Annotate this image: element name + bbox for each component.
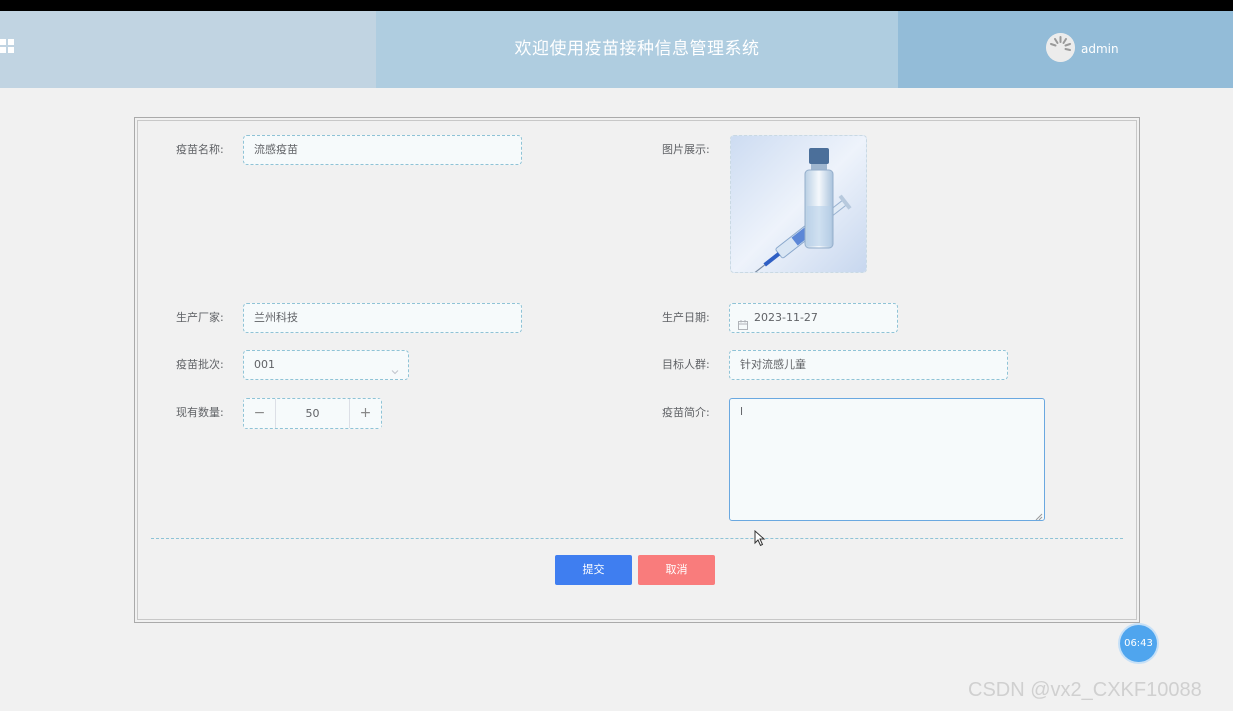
vaccine-image[interactable] [730, 135, 867, 273]
production-date-label: 生产日期: [662, 311, 710, 324]
description-value: l [740, 405, 744, 418]
target-group-input[interactable]: 针对流感儿童 [729, 350, 1008, 380]
target-group-label: 目标人群: [662, 358, 710, 371]
manufacturer-input[interactable]: 兰州科技 [243, 303, 522, 333]
app-header: 欢迎使用疫苗接种信息管理系统 admin [0, 11, 1233, 88]
image-label: 图片展示: [662, 143, 710, 156]
description-textarea[interactable]: l [729, 398, 1045, 521]
manufacturer-label: 生产厂家: [176, 311, 224, 324]
grid-menu-icon[interactable] [0, 38, 14, 53]
header-left-section [0, 11, 376, 88]
quantity-value[interactable]: 50 [276, 399, 349, 428]
top-black-bar [0, 0, 1233, 11]
username[interactable]: admin [1081, 42, 1119, 56]
form-divider [151, 538, 1123, 539]
quantity-label: 现有数量: [176, 406, 224, 419]
quantity-decrease-button[interactable]: − [244, 399, 276, 428]
page-title: 欢迎使用疫苗接种信息管理系统 [514, 39, 760, 59]
calendar-icon [738, 313, 748, 332]
watermark: CSDN @vx2_CXKF10088 [968, 679, 1202, 701]
cancel-button[interactable]: 取消 [638, 555, 715, 585]
time-badge[interactable]: 06:43 [1120, 625, 1157, 662]
avatar[interactable] [1046, 33, 1075, 62]
chevron-down-icon [390, 360, 400, 375]
vaccine-name-input[interactable]: 流感疫苗 [243, 135, 522, 165]
resize-handle-icon[interactable] [1035, 511, 1043, 521]
batch-select[interactable]: 001 [243, 350, 409, 380]
quantity-increase-button[interactable]: + [349, 399, 381, 428]
batch-select-value: 001 [254, 358, 275, 371]
batch-label: 疫苗批次: [176, 358, 224, 371]
quantity-stepper[interactable]: − 50 + [243, 398, 382, 429]
production-date-value: 2023-11-27 [754, 311, 818, 324]
submit-button[interactable]: 提交 [555, 555, 632, 585]
production-date-input[interactable]: 2023-11-27 [729, 303, 898, 333]
mouse-cursor-icon [754, 529, 766, 547]
vaccine-name-label: 疫苗名称: [176, 143, 224, 156]
description-label: 疫苗简介: [662, 406, 710, 419]
